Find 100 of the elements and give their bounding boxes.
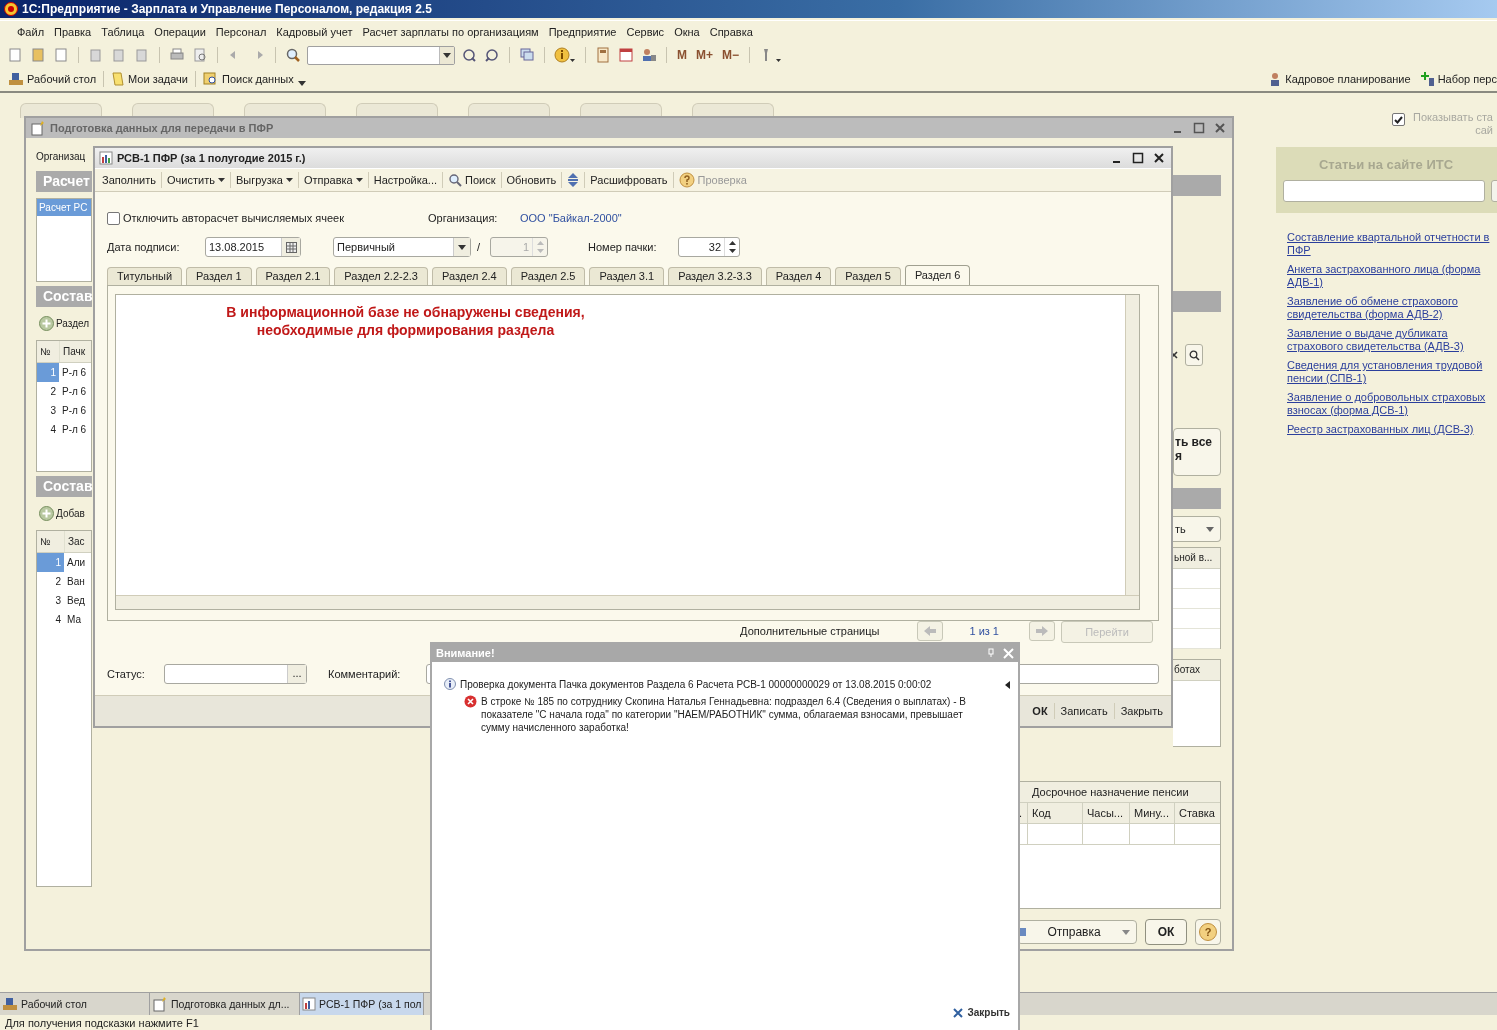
users-icon[interactable]	[641, 47, 657, 63]
add-button-label[interactable]: Раздел	[56, 318, 90, 329]
page-counter[interactable]: 1 из 1	[969, 625, 999, 637]
table-cell-text: 2	[54, 575, 62, 589]
find-previous-icon[interactable]	[484, 47, 500, 63]
tab[interactable]: Раздел 2.2-2.3	[334, 267, 428, 285]
help-button[interactable]: ?	[1195, 919, 1221, 945]
panel-item[interactable]: Мои задачи	[111, 72, 188, 86]
menu-item[interactable]: Справка	[704, 26, 758, 38]
article-link[interactable]: Заявление о выдаче дубликата страхового свидетельства (АДВ-3)	[1287, 327, 1497, 353]
command-button[interactable]: ОК	[1028, 705, 1052, 717]
search-icon[interactable]	[285, 47, 301, 63]
panel-item[interactable]: Набор перс	[1420, 72, 1497, 86]
memory-button[interactable]: M−	[720, 48, 742, 62]
search-field[interactable]	[1283, 180, 1485, 202]
tab[interactable]: Раздел 2.1	[255, 267, 331, 285]
article-link[interactable]: Заявление об обмене страхового свидетельства (форма АДВ-2)	[1287, 295, 1497, 321]
table-cell-text: Р-л 6	[61, 404, 87, 418]
toolbar-button[interactable]: Поиск	[445, 173, 499, 187]
menu-item[interactable]: Предприятие	[543, 26, 622, 38]
calculator-icon[interactable]	[595, 47, 611, 63]
organization-link[interactable]: ООО "Байкал-2000"	[520, 212, 622, 224]
tab[interactable]: Раздел 6	[904, 265, 971, 285]
dropdown-button[interactable]: ть	[1173, 516, 1221, 542]
checkbox[interactable]	[107, 211, 120, 225]
close-icon[interactable]	[1153, 152, 1165, 164]
toolbar-button[interactable]: Обновить	[503, 174, 560, 186]
tab[interactable]: Раздел 2.4	[432, 267, 507, 285]
new-document-icon[interactable]	[7, 47, 23, 63]
type-dropdown[interactable]: Первичный	[333, 237, 471, 257]
previous-button[interactable]	[917, 621, 944, 641]
search-combo[interactable]	[307, 45, 455, 65]
caret-icon	[355, 178, 363, 182]
article-link[interactable]: Сведения для установления трудовой пенсии (СПВ-1)	[1287, 359, 1497, 385]
panel-item[interactable]: Рабочий стол	[8, 72, 97, 86]
menu-item[interactable]: Таблица	[96, 26, 150, 38]
article-link[interactable]: Анкета застрахованного лица (форма АДВ-1)	[1287, 263, 1497, 289]
search-button[interactable]	[1185, 344, 1203, 366]
info-icon[interactable]	[554, 47, 576, 63]
folder-icon[interactable]	[30, 47, 46, 63]
find-next-icon[interactable]	[461, 47, 477, 63]
menu-item[interactable]: Расчет зарплаты по организациям	[357, 26, 544, 38]
scrollbar[interactable]	[116, 595, 1139, 609]
printer-icon[interactable]	[169, 47, 185, 63]
tab[interactable]: Раздел 3.2-3.3	[668, 267, 762, 285]
article-link[interactable]: Заявление о добровольных страховых взносах (форма ДСВ-1)	[1287, 391, 1497, 417]
status-field[interactable]: ...	[164, 664, 307, 684]
taskbar-item[interactable]: РСВ-1 ПФР (за 1 пол	[300, 993, 425, 1015]
date-field[interactable]: 13.08.2015	[205, 237, 301, 257]
article-link[interactable]: Реестр застрахованных лиц (ДСВ-3)	[1287, 423, 1497, 436]
toolbar-button[interactable]: Выгрузка	[232, 174, 296, 186]
app-title: 1С:Предприятие - Зарплата и Управление Персоналом, редакция 2.5	[22, 2, 432, 16]
add-button-label[interactable]: Добав	[56, 508, 85, 519]
pin-icon[interactable]	[987, 648, 995, 658]
number-field[interactable]: 32	[678, 237, 741, 257]
taskbar-item[interactable]: Рабочий стол	[0, 993, 150, 1015]
tab[interactable]: Раздел 1	[186, 267, 252, 285]
article-link[interactable]: Составление квартальной отчетности в ПФР	[1287, 231, 1497, 257]
menu-item[interactable]: Файл	[12, 26, 50, 38]
preview-icon[interactable]	[192, 47, 208, 63]
toolbar-button[interactable]: Очистить	[164, 174, 228, 186]
left-arrow-icon	[924, 626, 937, 636]
panel-item[interactable]: Кадровое планирование	[1268, 72, 1411, 86]
action-button[interactable]: ть все я	[1173, 428, 1221, 476]
tab[interactable]: Раздел 2.5	[510, 267, 586, 285]
caret-icon[interactable]	[297, 80, 306, 86]
menu-item[interactable]: Операции	[149, 26, 211, 38]
panel-item[interactable]: Поиск данных	[203, 72, 294, 86]
toolbar-button[interactable]: Отправка	[300, 174, 366, 186]
menu-item[interactable]: Сервис	[621, 26, 670, 38]
maximize-icon[interactable]	[1132, 152, 1144, 164]
toolbar-button[interactable]: Расшифровать	[587, 174, 671, 186]
tab[interactable]: Раздел 4	[765, 267, 832, 285]
toolbar-button[interactable]: Настройка...	[370, 174, 440, 186]
command-button[interactable]: Закрыть	[1116, 705, 1167, 717]
menu-item[interactable]: Правка	[49, 26, 97, 38]
memory-button[interactable]: M+	[694, 48, 715, 62]
checkbox[interactable]	[1392, 113, 1405, 126]
scrollbar[interactable]	[1125, 295, 1139, 595]
menu-item[interactable]: Кадровый учет	[271, 26, 358, 38]
calendar-icon[interactable]	[618, 47, 634, 63]
collapse-arrow-icon[interactable]	[1005, 681, 1010, 689]
send-button[interactable]: Отправка	[1017, 920, 1137, 944]
tab[interactable]: Раздел 3.1	[589, 267, 665, 285]
plus-icon[interactable]	[39, 506, 54, 521]
menu-item[interactable]: Окна	[669, 26, 705, 38]
memory-button[interactable]: M	[675, 48, 689, 62]
next-button[interactable]	[1029, 621, 1055, 641]
plus-icon[interactable]	[39, 316, 54, 331]
ok-button[interactable]: ОК	[1145, 919, 1187, 945]
toolbar-button[interactable]: Заполнить	[99, 174, 159, 186]
close-link[interactable]: Закрыть	[953, 1007, 1010, 1018]
windows-icon[interactable]	[519, 47, 535, 63]
menu-item[interactable]: Персонал	[210, 26, 272, 38]
command-button[interactable]: Записать	[1056, 705, 1112, 717]
table-cell-text: 3	[54, 594, 62, 608]
select-button[interactable]: ...	[287, 665, 306, 683]
calendar-icon[interactable]	[285, 241, 297, 253]
tab[interactable]: Раздел 5	[835, 267, 901, 285]
tab[interactable]: Титульный	[107, 267, 183, 285]
